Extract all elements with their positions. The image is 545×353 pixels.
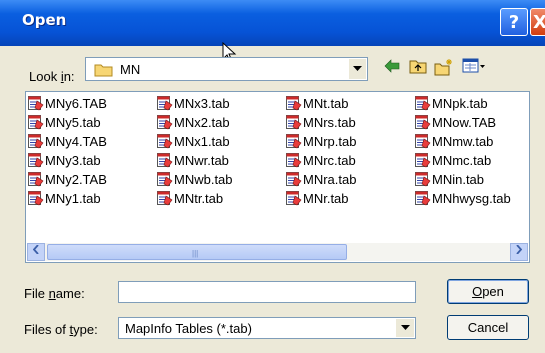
chevron-right-icon xyxy=(516,244,523,255)
file-name: MNx3.tab xyxy=(174,96,230,111)
file-name: MNy5.tab xyxy=(45,115,101,130)
file-name: MNow.TAB xyxy=(432,115,497,130)
grip-icon: ||| xyxy=(192,249,199,258)
file-name-label: File name: xyxy=(24,286,85,301)
mapinfo-table-icon xyxy=(415,134,431,149)
dialog-title: Open xyxy=(22,11,67,29)
mapinfo-table-icon xyxy=(157,172,173,187)
mapinfo-table-icon xyxy=(28,96,44,111)
mapinfo-table-icon xyxy=(286,115,302,130)
up-folder-icon xyxy=(409,60,427,74)
mapinfo-table-icon xyxy=(28,153,44,168)
look-in-dropdown-button[interactable] xyxy=(348,59,366,79)
file-name: MNx2.tab xyxy=(174,115,230,130)
folder-icon xyxy=(94,64,113,77)
help-button[interactable]: ? xyxy=(500,8,528,36)
file-type-label: Files of type: xyxy=(24,322,98,337)
file-type-select[interactable]: MapInfo Tables (*.tab) xyxy=(118,317,416,339)
scroll-right-button[interactable] xyxy=(510,243,528,261)
file-list[interactable]: ||| MNy6.TAB MNy5.tab MNy4.TAB MNy3.tab MNy2… xyxy=(25,91,530,263)
look-in-label: Look in: xyxy=(29,69,75,84)
mapinfo-table-icon xyxy=(286,134,302,149)
file-name: MNwb.tab xyxy=(174,172,233,187)
mapinfo-table-icon xyxy=(28,134,44,149)
up-folder-button[interactable] xyxy=(407,58,429,80)
file-name: MNy6.TAB xyxy=(45,96,107,111)
file-name: MNrp.tab xyxy=(303,134,357,149)
chevron-down-icon xyxy=(400,325,410,330)
mapinfo-table-icon xyxy=(28,191,44,206)
new-folder-button[interactable] xyxy=(433,58,455,80)
close-button[interactable]: X xyxy=(530,8,545,36)
chevron-left-icon xyxy=(32,244,39,255)
file-name: MNpk.tab xyxy=(432,96,488,111)
file-type-dropdown-button[interactable] xyxy=(395,319,414,337)
open-button[interactable]: Open xyxy=(447,279,529,304)
mapinfo-table-icon xyxy=(157,115,173,130)
mapinfo-table-icon xyxy=(415,153,431,168)
file-type-value: MapInfo Tables (*.tab) xyxy=(125,321,252,336)
back-button[interactable] xyxy=(381,58,403,80)
mapinfo-table-icon xyxy=(415,172,431,187)
look-in-value: MN xyxy=(120,62,141,77)
look-in-combo[interactable]: MN xyxy=(85,57,368,81)
mapinfo-table-icon xyxy=(286,153,302,168)
view-menu-button[interactable] xyxy=(460,58,488,80)
file-name: MNwr.tab xyxy=(174,153,229,168)
file-name: MNy1.tab xyxy=(45,191,101,206)
open-dialog: Open ? X Look in: MN ||| MNy6.TAB MNy5.t… xyxy=(0,0,545,353)
file-name: MNmc.tab xyxy=(432,153,492,168)
file-name: MNy4.TAB xyxy=(45,134,107,149)
back-icon xyxy=(384,59,400,73)
file-name: MNrc.tab xyxy=(303,153,356,168)
mapinfo-table-icon xyxy=(28,115,44,130)
mapinfo-table-icon xyxy=(28,172,44,187)
title-bar[interactable]: Open ? X xyxy=(0,0,545,46)
mapinfo-table-icon xyxy=(157,134,173,149)
file-name: MNt.tab xyxy=(303,96,349,111)
horizontal-scrollbar[interactable]: ||| xyxy=(27,243,528,261)
file-name: MNr.tab xyxy=(303,191,349,206)
view-menu-icon xyxy=(462,58,485,73)
file-name: MNy3.tab xyxy=(45,153,101,168)
cancel-button[interactable]: Cancel xyxy=(447,315,529,340)
file-name: MNhwysg.tab xyxy=(432,191,511,206)
mapinfo-table-icon xyxy=(415,191,431,206)
chevron-down-icon xyxy=(353,66,362,71)
file-name: MNy2.TAB xyxy=(45,172,107,187)
mapinfo-table-icon xyxy=(286,172,302,187)
mapinfo-table-icon xyxy=(415,115,431,130)
file-name: MNtr.tab xyxy=(174,191,224,206)
file-name: MNx1.tab xyxy=(174,134,230,149)
scroll-thumb[interactable]: ||| xyxy=(47,244,347,260)
mapinfo-table-icon xyxy=(415,96,431,111)
mapinfo-table-icon xyxy=(286,191,302,206)
mapinfo-table-icon xyxy=(157,153,173,168)
file-name: MNra.tab xyxy=(303,172,357,187)
mapinfo-table-icon xyxy=(286,96,302,111)
file-name: MNmw.tab xyxy=(432,134,494,149)
file-name-input[interactable] xyxy=(118,281,416,303)
new-folder-icon xyxy=(434,59,452,76)
file-name: MNin.tab xyxy=(432,172,485,187)
mapinfo-table-icon xyxy=(157,96,173,111)
file-name: MNrs.tab xyxy=(303,115,356,130)
mapinfo-table-icon xyxy=(157,191,173,206)
scroll-left-button[interactable] xyxy=(27,243,45,261)
